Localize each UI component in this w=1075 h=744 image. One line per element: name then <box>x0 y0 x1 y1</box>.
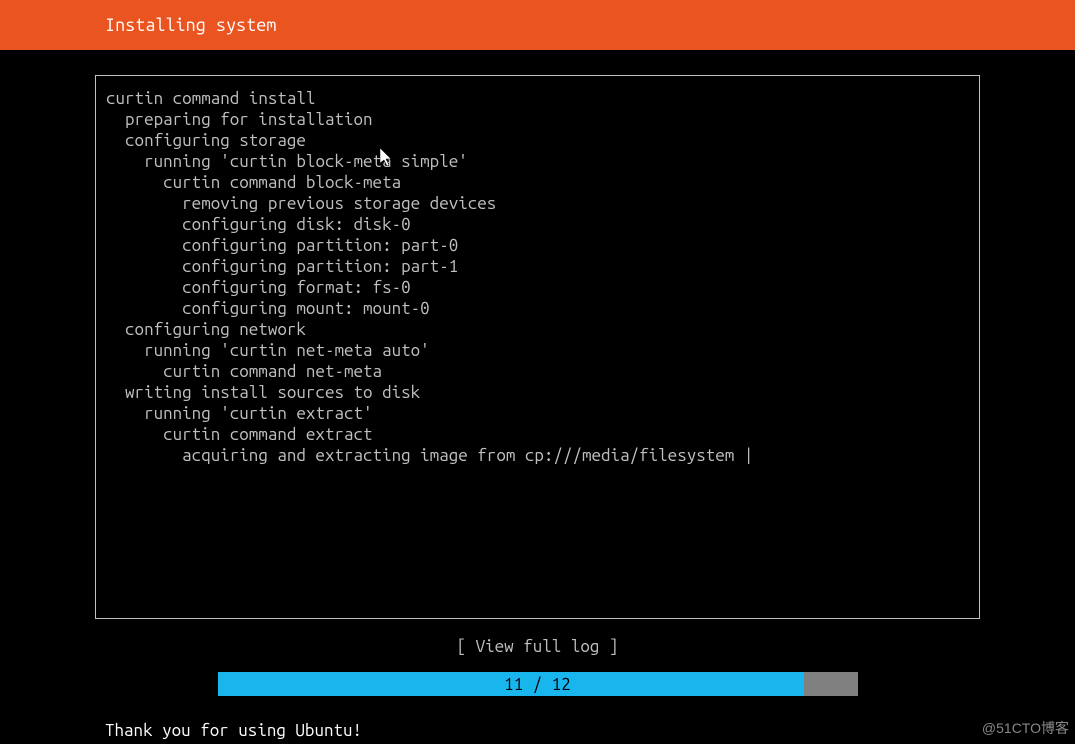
installer-content: curtin command installpreparing for inst… <box>0 50 1075 696</box>
log-line: running 'curtin block-meta simple' <box>106 151 969 172</box>
log-line: running 'curtin net-meta auto' <box>106 340 969 361</box>
installer-header: Installing system <box>0 0 1075 50</box>
log-line: configuring disk: disk-0 <box>106 214 969 235</box>
log-line: configuring storage <box>106 130 969 151</box>
log-line: removing previous storage devices <box>106 193 969 214</box>
log-line: configuring mount: mount-0 <box>106 298 969 319</box>
log-line: curtin command install <box>106 88 969 109</box>
log-line: writing install sources to disk <box>106 382 969 403</box>
installer-title: Installing system <box>105 15 276 35</box>
log-line: configuring partition: part-1 <box>106 256 969 277</box>
log-line: configuring network <box>106 319 969 340</box>
log-line: curtin command net-meta <box>106 361 969 382</box>
log-line: curtin command block-meta <box>106 172 969 193</box>
install-log-box: curtin command installpreparing for inst… <box>95 75 980 619</box>
log-line: preparing for installation <box>106 109 969 130</box>
progress-text: 11 / 12 <box>218 672 858 696</box>
footer-message: Thank you for using Ubuntu! <box>105 721 362 744</box>
log-line: curtin command extract <box>106 424 969 445</box>
watermark-text: @51CTO博客 <box>982 718 1069 738</box>
log-line: configuring partition: part-0 <box>106 235 969 256</box>
log-line: configuring format: fs-0 <box>106 277 969 298</box>
progress-bar: 11 / 12 <box>218 672 858 696</box>
view-full-log-button[interactable]: [ View full log ] <box>95 637 980 656</box>
log-line: acquiring and extracting image from cp:/… <box>106 445 969 466</box>
log-line: running 'curtin extract' <box>106 403 969 424</box>
